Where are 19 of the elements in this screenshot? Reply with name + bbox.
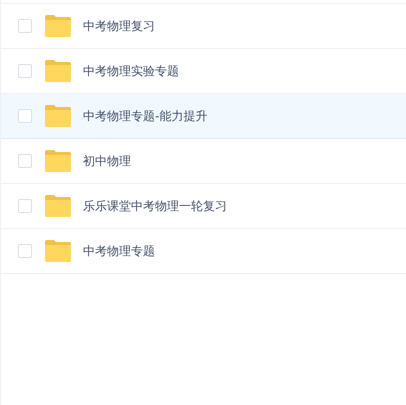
folder-icon xyxy=(45,240,71,262)
folder-icon xyxy=(45,60,71,82)
folder-name[interactable]: 中考物理实验专题 xyxy=(83,62,179,80)
checkbox[interactable] xyxy=(18,109,32,123)
folder-name[interactable]: 初中物理 xyxy=(83,152,131,170)
folder-icon xyxy=(45,195,71,217)
folder-icon xyxy=(45,150,71,172)
checkbox[interactable] xyxy=(18,244,32,258)
folder-name[interactable]: 乐乐课堂中考物理一轮复习 xyxy=(83,197,227,215)
checkbox[interactable] xyxy=(18,19,32,33)
folder-name[interactable]: 中考物理专题-能力提升 xyxy=(83,107,208,125)
checkbox[interactable] xyxy=(18,64,32,78)
folder-icon xyxy=(45,105,71,127)
file-row[interactable]: 中考物理专题-能力提升 xyxy=(1,94,406,139)
folder-icon xyxy=(45,15,71,37)
checkbox[interactable] xyxy=(18,199,32,213)
checkbox[interactable] xyxy=(18,154,32,168)
folder-name[interactable]: 中考物理专题 xyxy=(83,242,155,260)
folder-name[interactable]: 中考物理复习 xyxy=(83,17,155,35)
